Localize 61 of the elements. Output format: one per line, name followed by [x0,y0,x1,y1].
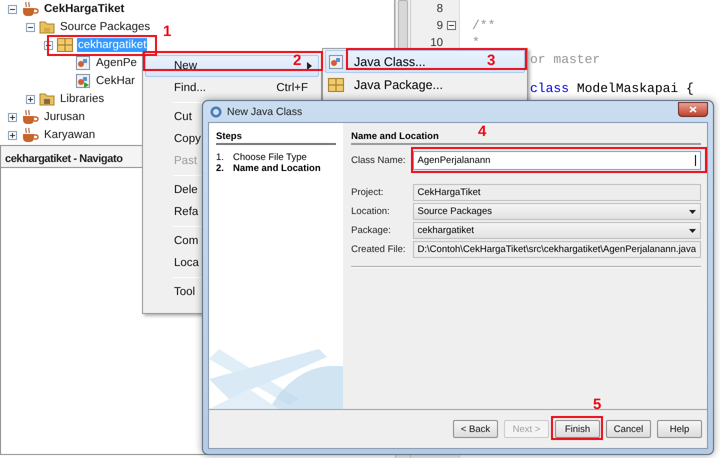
close-button[interactable] [678,102,708,116]
panel-title: cekhargatiket - Navigato [5,153,123,165]
input-field[interactable]: AgenPerjalanann [412,151,701,170]
dialog-button[interactable]: Finish [555,420,600,438]
expand-icon[interactable] [26,94,35,104]
close-icon [689,106,697,112]
tree-item[interactable]: CekHargaTiket [43,2,126,16]
code-line: or master [530,52,600,67]
annotation-number: 2 [293,53,302,69]
coffee-cup-icon [21,127,39,143]
folder-icon [39,91,55,107]
field-label: Location: [351,206,391,217]
class-file-icon [75,73,91,89]
collapse-icon[interactable] [8,4,17,14]
field-label: Class Name: [351,155,406,166]
step-item: 1. Choose File Type [216,152,308,163]
coffee-cup-icon [21,1,39,17]
class-file-icon [328,54,344,70]
dropdown[interactable]: Source Packages [412,203,701,220]
window-title: New Java Class [227,106,304,118]
steps-title: Steps [216,131,336,145]
code-line: /** [472,18,496,33]
annotation-number: 1 [163,24,172,40]
expand-icon[interactable] [8,112,17,122]
dropdown-caret-icon [689,228,696,232]
fold-icon[interactable] [447,21,456,30]
menu-item[interactable]: Find... Ctrl+F [145,77,319,99]
annotation-number: 5 [593,397,602,413]
line-number: 9 [436,20,443,32]
folder-icon [39,19,55,35]
input-field[interactable]: D:\Contoh\CekHargaTiket\src\cekhargatiket\AgenPerjalanann.java [412,241,701,258]
field-label: Package: [351,225,392,236]
line-number: 8 [436,2,443,14]
tree-item[interactable]: Jurusan [43,110,86,124]
menu-item[interactable]: Java Package... [325,73,525,96]
annotation-number: 3 [487,53,496,69]
dropdown[interactable]: cekhargatiket [412,222,701,239]
dialog-button[interactable]: Cancel [606,420,651,438]
step-item: 2. Name and Location [216,163,322,174]
coffee-cup-icon [21,109,39,125]
dropdown-caret-icon [689,210,696,214]
tree-item[interactable]: CekHar [95,74,136,88]
input-field[interactable]: CekHargaTiket [412,184,701,201]
code-line: class ModelMaskapai { [530,81,694,96]
dialog-button[interactable]: Help [657,420,702,438]
field-label: Created File: [351,244,406,255]
tree-item[interactable]: AgenPe [95,56,138,70]
expand-icon[interactable] [8,130,17,140]
collapse-icon[interactable] [26,22,35,32]
dialog-button[interactable]: < Back [453,420,498,438]
package-icon [328,78,344,92]
package-icon [57,38,73,52]
line-number: 10 [430,36,443,48]
tree-item[interactable]: Source Packages [59,20,152,34]
class-file-icon [75,55,91,71]
tree-item[interactable]: Libraries [59,92,106,106]
app-icon [210,106,222,118]
annotation-frame [551,416,603,440]
field-label: Project: [351,187,384,198]
code-line: * [472,35,480,50]
tree-item[interactable]: Karyawan [43,128,96,142]
